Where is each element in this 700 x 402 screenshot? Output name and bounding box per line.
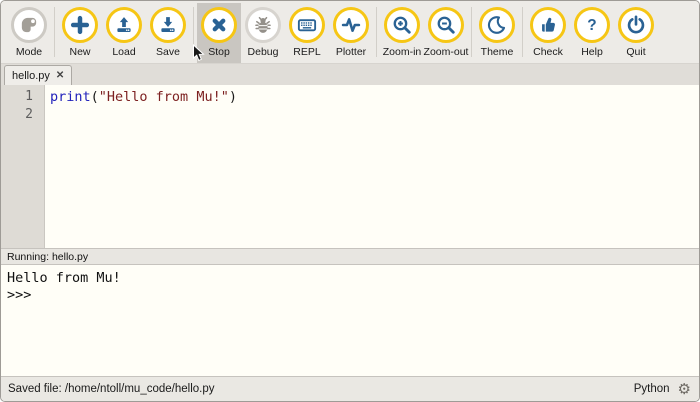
zoom-out-icon [428, 7, 464, 43]
toolbar-button-theme[interactable]: Theme [475, 3, 519, 63]
output-line: Hello from Mu! [7, 270, 699, 287]
toolbar-button-check[interactable]: Check [526, 3, 570, 63]
code-line: print("Hello from Mu!") [50, 88, 699, 106]
toolbar-group: Zoom-inZoom-out [380, 3, 468, 63]
toolbar: Mode New Load Save Stop Debug REPL Plotter Zoom-… [1, 1, 699, 63]
toolbar-button-label: Theme [481, 46, 514, 58]
tab-bar: hello.py ✕ [1, 63, 699, 85]
toolbar-button-repl[interactable]: REPL [285, 3, 329, 63]
toolbar-button-label: Save [156, 46, 180, 58]
line-number: 2 [1, 106, 33, 124]
toolbar-button-label: REPL [293, 46, 320, 58]
plain-token: ) [229, 89, 237, 105]
tab-label: hello.py [12, 70, 50, 82]
toolbar-group: Check? Help Quit [526, 3, 658, 63]
plain-token: ( [91, 89, 99, 105]
zoom-in-icon [384, 7, 420, 43]
code-line [50, 106, 699, 124]
upload-icon [106, 7, 142, 43]
mu-logo-icon [11, 7, 47, 43]
toolbar-button-zoom-in[interactable]: Zoom-in [380, 3, 424, 63]
toolbar-button-label: Check [533, 46, 563, 58]
toolbar-button-new[interactable]: New [58, 3, 102, 63]
toolbar-button-quit[interactable]: Quit [614, 3, 658, 63]
code-area[interactable]: print("Hello from Mu!") [45, 85, 699, 248]
toolbar-button-label: Debug [248, 46, 279, 58]
mode-indicator: Python [634, 383, 670, 395]
bug-icon [245, 7, 281, 43]
toolbar-group: Mode [7, 3, 51, 63]
toolbar-button-label: Help [581, 46, 603, 58]
pulse-icon [333, 7, 369, 43]
toolbar-group: Theme [475, 3, 519, 63]
output-line: >>> [7, 287, 699, 304]
string-token: "Hello from Mu!" [99, 89, 229, 105]
toolbar-separator [522, 7, 523, 57]
moon-icon [479, 7, 515, 43]
gear-icon[interactable]: ⚙ [678, 382, 691, 397]
toolbar-separator [376, 7, 377, 57]
toolbar-button-label: Quit [626, 46, 645, 58]
toolbar-button-plotter[interactable]: Plotter [329, 3, 373, 63]
toolbar-button-label: Stop [208, 46, 230, 58]
plus-icon [62, 7, 98, 43]
running-header: Running: hello.py [1, 248, 699, 265]
status-bar: Saved file: /home/ntoll/mu_code/hello.py… [1, 376, 699, 401]
saved-file-label: Saved file: /home/ntoll/mu_code/hello.py [8, 383, 214, 395]
toolbar-group: New Load Save [58, 3, 190, 63]
code-editor[interactable]: 12 print("Hello from Mu!") [1, 85, 699, 248]
toolbar-button-help[interactable]: ? Help [570, 3, 614, 63]
toolbar-button-label: Load [112, 46, 135, 58]
tab-close-icon[interactable]: ✕ [56, 71, 64, 81]
toolbar-separator [471, 7, 472, 57]
tab-hello-py[interactable]: hello.py ✕ [4, 65, 72, 85]
power-icon [618, 7, 654, 43]
running-label: Running: hello.py [7, 251, 88, 263]
toolbar-button-label: Plotter [336, 46, 366, 58]
toolbar-button-label: Mode [16, 46, 42, 58]
question-icon: ? [574, 7, 610, 43]
keyword-token: print [50, 89, 91, 105]
mu-editor-window: Mode New Load Save Stop Debug REPL Plotter Zoom-… [0, 0, 700, 402]
toolbar-button-label: New [69, 46, 90, 58]
repl-output[interactable]: Hello from Mu!>>> [1, 265, 699, 376]
thumbs-up-icon [530, 7, 566, 43]
toolbar-button-debug: Debug [241, 3, 285, 63]
keyboard-icon [289, 7, 325, 43]
toolbar-button-save[interactable]: Save [146, 3, 190, 63]
toolbar-button-load[interactable]: Load [102, 3, 146, 63]
toolbar-button-zoom-out[interactable]: Zoom-out [424, 3, 468, 63]
mouse-cursor [192, 44, 205, 68]
toolbar-button-label: Zoom-in [383, 46, 422, 58]
svg-text:?: ? [587, 17, 596, 34]
toolbar-button-label: Zoom-out [424, 46, 469, 58]
line-number: 1 [1, 88, 33, 106]
line-number-gutter: 12 [1, 85, 45, 248]
download-icon [150, 7, 186, 43]
toolbar-separator [54, 7, 55, 57]
toolbar-group: Stop Debug REPL Plotter [197, 3, 373, 63]
toolbar-button-mode[interactable]: Mode [7, 3, 51, 63]
stop-x-icon [201, 7, 237, 43]
